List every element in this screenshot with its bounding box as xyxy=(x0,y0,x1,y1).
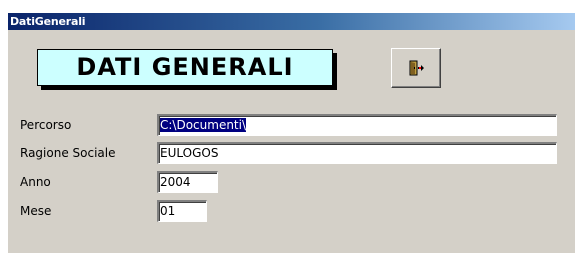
mese-value: 01 xyxy=(160,204,176,218)
ragione-sociale-label: Ragione Sociale xyxy=(20,146,116,160)
ragione-sociale-value: EULOGOS xyxy=(160,146,219,160)
header-banner: DATI GENERALI xyxy=(37,49,333,86)
exit-button[interactable] xyxy=(391,48,441,88)
window-title: DatiGenerali xyxy=(10,15,86,28)
page-title: DATI GENERALI xyxy=(76,53,294,81)
anno-field[interactable]: 2004 xyxy=(157,171,218,193)
percorso-label: Percorso xyxy=(20,118,72,132)
ragione-sociale-field[interactable]: EULOGOS xyxy=(157,142,557,164)
exit-door-icon xyxy=(409,60,424,76)
title-bar[interactable]: DatiGenerali xyxy=(8,13,575,30)
dati-generali-window: DatiGenerali DATI GENERALI Percorso C:\D… xyxy=(7,13,575,253)
anno-value: 2004 xyxy=(160,175,191,189)
percorso-field[interactable]: C:\Documenti\ xyxy=(157,114,557,136)
mese-label: Mese xyxy=(20,204,52,218)
percorso-value: C:\Documenti\ xyxy=(160,118,247,132)
mese-field[interactable]: 01 xyxy=(157,200,207,222)
anno-label: Anno xyxy=(20,175,51,189)
